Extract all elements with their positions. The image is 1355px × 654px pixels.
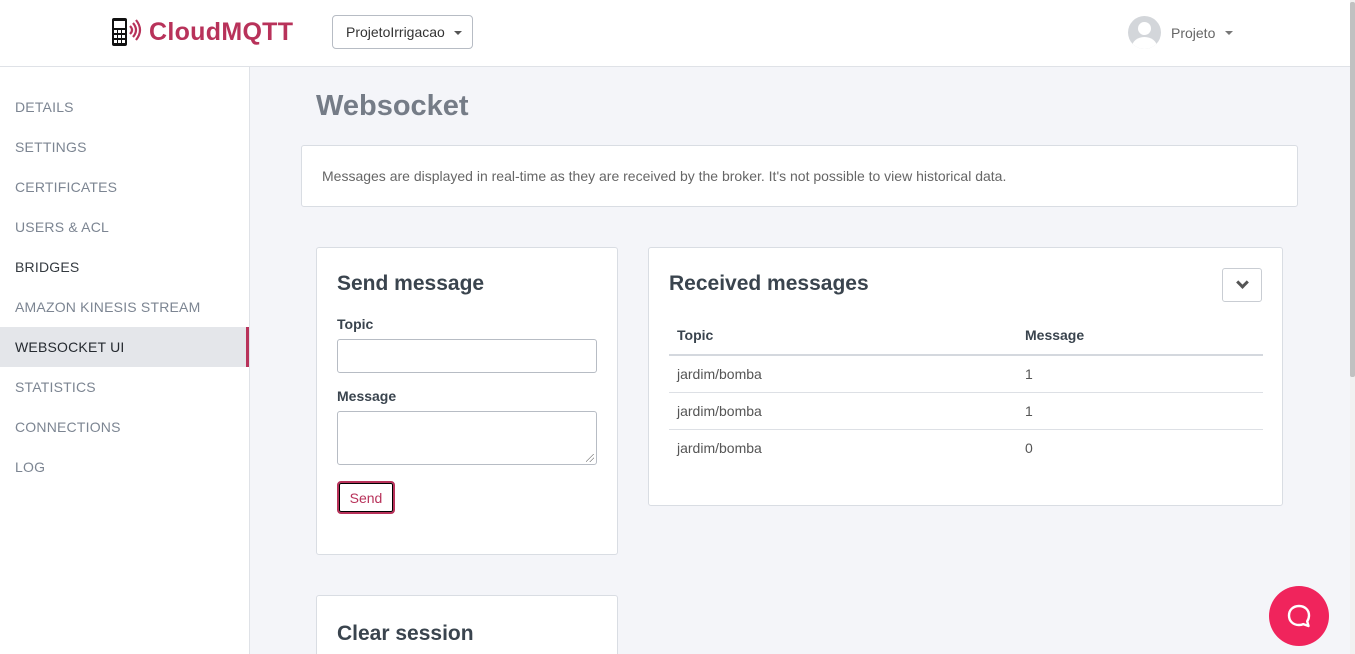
send-message-title: Send message: [337, 272, 485, 295]
brand-name: CloudMQTT: [149, 17, 294, 46]
sidebar-item-settings[interactable]: SETTINGS: [0, 127, 249, 167]
sidebar-item-statistics[interactable]: STATISTICS: [0, 367, 249, 407]
table-row: jardim/bomba 1: [669, 355, 1263, 393]
sidebar-item-bridges[interactable]: BRIDGES: [0, 247, 249, 287]
message-label: Message: [337, 388, 397, 404]
row-topic: jardim/bomba: [669, 355, 1017, 393]
message-textarea[interactable]: [337, 411, 597, 465]
topic-input[interactable]: [337, 339, 597, 373]
table-row: jardim/bomba 1: [669, 392, 1263, 430]
received-messages-title: Received messages: [669, 272, 869, 295]
caret-down-icon: [454, 31, 462, 35]
page-scrollbar[interactable]: [1350, 0, 1355, 654]
user-menu[interactable]: Projeto: [1128, 16, 1234, 49]
page-title: Websocket: [316, 90, 469, 122]
sidebar: DETAILS SETTINGS CERTIFICATES USERS & AC…: [0, 67, 250, 654]
brand-logo[interactable]: CloudMQTT: [110, 16, 293, 48]
row-topic: jardim/bomba: [669, 392, 1017, 430]
table-row: jardim/bomba 0: [669, 429, 1263, 466]
caret-down-icon: [1225, 30, 1234, 35]
instance-selector-label: ProjetoIrrigacao: [346, 24, 445, 40]
clear-session-card: Clear session: [316, 595, 618, 654]
row-message: 1: [1017, 392, 1263, 430]
row-message: 1: [1017, 355, 1263, 393]
sidebar-item-details[interactable]: DETAILS: [0, 87, 249, 127]
top-bar: CloudMQTT ProjetoIrrigacao Projeto: [0, 0, 1355, 67]
phone-signal-logo-icon: [112, 18, 142, 46]
sidebar-item-users-acl[interactable]: USERS & ACL: [0, 207, 249, 247]
chat-support-button[interactable]: [1269, 586, 1329, 646]
received-messages-card: Received messages Topic Message jardim/b…: [648, 247, 1283, 506]
chevron-down-icon: [1235, 276, 1249, 289]
sidebar-item-log[interactable]: LOG: [0, 447, 249, 487]
info-notice-text: Messages are displayed in real-time as t…: [322, 168, 1007, 184]
column-header-message: Message: [1017, 318, 1263, 356]
clear-session-title: Clear session: [337, 622, 474, 645]
received-messages-table: Topic Message jardim/bomba 1 jardim/bomb…: [669, 318, 1263, 466]
instance-selector[interactable]: ProjetoIrrigacao: [332, 15, 473, 49]
sidebar-item-certificates[interactable]: CERTIFICATES: [0, 167, 249, 207]
row-message: 0: [1025, 439, 1033, 456]
sidebar-item-websocket-ui[interactable]: WEBSOCKET UI: [0, 327, 249, 367]
send-message-card: Send message Topic Message Send: [316, 247, 618, 555]
avatar-icon: [1128, 16, 1161, 49]
scrollbar-thumb[interactable]: [1350, 2, 1355, 377]
collapse-button[interactable]: [1222, 268, 1262, 302]
send-button[interactable]: Send: [337, 481, 395, 514]
info-notice: Messages are displayed in real-time as t…: [301, 145, 1298, 207]
topic-label: Topic: [337, 316, 374, 332]
user-name: Projeto: [1171, 24, 1216, 41]
chat-bubble-icon: [1287, 604, 1311, 628]
column-header-topic: Topic: [669, 318, 1017, 356]
resize-grip-icon[interactable]: [586, 454, 594, 462]
sidebar-item-amazon-kinesis-stream[interactable]: AMAZON KINESIS STREAM: [0, 287, 249, 327]
sidebar-item-connections[interactable]: CONNECTIONS: [0, 407, 249, 447]
row-topic: jardim/bomba: [677, 439, 762, 456]
